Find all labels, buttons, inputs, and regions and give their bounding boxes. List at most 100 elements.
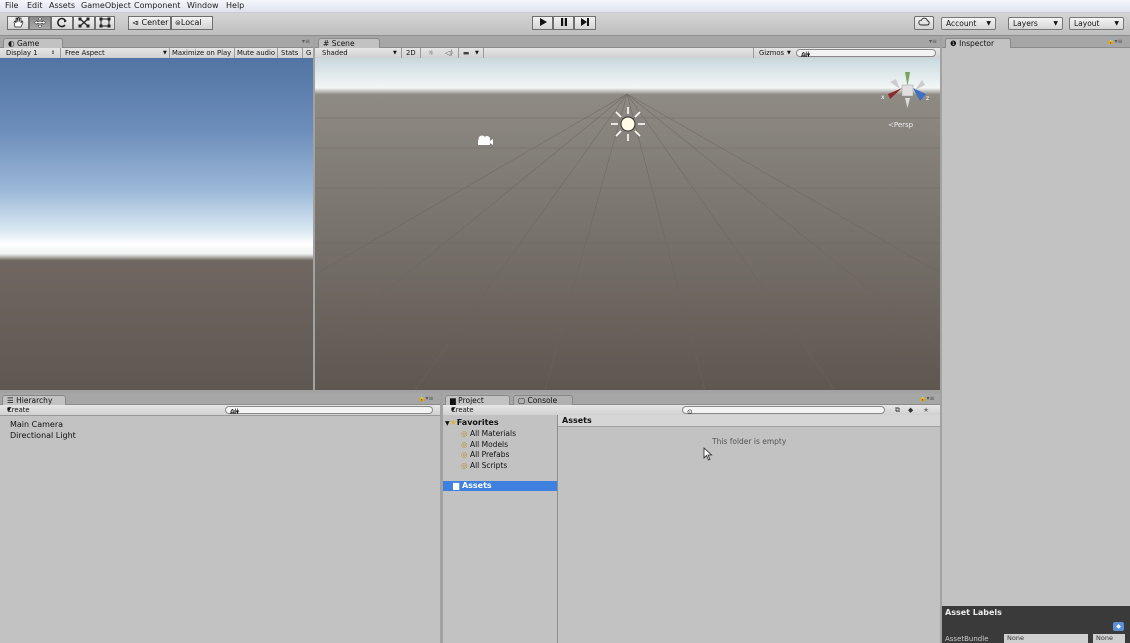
move-tool-button[interactable] [29,16,51,30]
menu-gameobject[interactable]: GameObject [81,1,131,10]
pivot-center-toggle[interactable]: ⧏ Center [128,16,171,30]
menu-assets[interactable]: Assets [49,1,75,10]
cloud-icon [918,17,930,26]
favorites-star-icon[interactable]: ★ [923,405,929,415]
layers-dropdown[interactable]: Layers ▼ [1008,17,1063,30]
search-by-type-icon[interactable]: ⧉ [895,405,900,415]
favorite-label: All Prefabs [469,450,510,459]
create-caret-icon: ▼ [7,407,11,413]
favorite-all-models[interactable]: ◎ All Models [461,440,508,449]
scene-audio-icon[interactable]: ◁) [445,48,453,58]
menu-help[interactable]: Help [226,1,244,10]
game-gizmos-toggle[interactable]: G [306,48,311,58]
mode-2d-toggle[interactable]: 2D [406,48,416,58]
scale-tool-button[interactable] [73,16,95,30]
hierarchy-tabstrip: ☰ Hierarchy 🔒▾≡ [0,393,440,405]
hand-tool-button[interactable] [7,16,29,30]
game-tab-label: Game [16,39,40,48]
mute-audio-toggle[interactable]: Mute audio [237,48,275,58]
project-tab-label: Project [458,396,484,405]
menu-window[interactable]: Window [187,1,219,10]
pause-button[interactable] [553,16,574,30]
tab-game[interactable]: ◐ Game [3,38,63,48]
project-folder-icon: ▆ [450,396,456,405]
aspect-caret-icon: ▼ [163,50,167,56]
scene-search-input[interactable]: ⊙▾ All [796,49,936,59]
cloud-button[interactable] [914,16,934,30]
tab-inspector[interactable]: ❶ Inspector [945,38,1011,48]
assetbundle-label: AssetBundle [945,635,989,643]
display-caret-icon: ⇕ [51,50,56,56]
assets-folder-item[interactable]: ▆ Assets [443,481,557,491]
project-content: Assets This folder is empty [558,415,940,643]
hierarchy-lock-icon[interactable]: 🔒▾≡ [418,395,434,402]
project-lock-icon[interactable]: 🔒▾≡ [919,395,935,402]
hierarchy-search-input[interactable]: ⊙▾ All [225,406,433,416]
stats-toggle[interactable]: Stats [281,48,298,58]
rect-tool-button[interactable] [95,16,115,30]
directional-light-icon[interactable] [610,106,646,142]
pause-icon [560,18,567,26]
asset-labels-title: Asset Labels [945,608,1002,617]
favorite-all-prefabs[interactable]: ◎ All Prefabs [461,450,509,459]
info-icon: ❶ [950,39,957,48]
layout-caret-icon: ▼ [1114,20,1119,27]
scene-effects-icon[interactable]: ▬ [463,48,469,58]
favorites-folder[interactable]: ▼★Favorites [445,418,499,427]
tab-hierarchy[interactable]: ☰ Hierarchy [2,395,66,405]
inspector-panel: ❶ Inspector 🔒▾≡ Asset Labels ◆ AssetBund… [942,36,1130,643]
pivot-local-toggle[interactable]: ⊜Local [171,16,213,30]
hierarchy-item-directional-light[interactable]: Directional Light [10,431,76,440]
project-breadcrumb[interactable]: Assets [558,415,940,427]
layers-caret-icon: ▼ [1053,20,1058,27]
search-filter-icon: ◎ [461,450,468,459]
game-panel-menu-icon[interactable]: ▾≡ [302,38,310,45]
separator [483,48,484,58]
axis-x-label: x [881,94,885,101]
search-by-label-icon[interactable]: ◆ [908,405,913,415]
search-filter-icon: ◎ [461,429,468,438]
assetbundle-variant-dropdown[interactable]: None [1093,634,1125,643]
menu-file[interactable]: File [5,1,18,10]
menu-component[interactable]: Component [134,1,180,10]
display-dropdown[interactable]: Display 1 [6,48,38,58]
inspector-lock-icon[interactable]: 🔒▾≡ [1107,38,1123,45]
favorite-all-scripts[interactable]: ◎ All Scripts [461,461,507,470]
orientation-gizmo-icon[interactable]: x z [880,68,932,112]
menu-edit[interactable]: Edit [27,1,43,10]
assetbundle-dropdown[interactable]: None [1004,634,1088,643]
separator [420,48,421,58]
account-dropdown[interactable]: Account ▼ [941,17,996,30]
tab-scene[interactable]: # Scene [318,38,380,48]
main-toolbar: ⧏ Center ⊜Local Account ▼ Layers ▼ Layout ▼ [0,13,1130,36]
maximize-on-play-toggle[interactable]: Maximize on Play [172,48,231,58]
game-viewport[interactable] [0,58,313,390]
aspect-dropdown[interactable]: Free Aspect [65,48,105,58]
scene-viewport[interactable]: x z ≺Persp [315,58,940,390]
scene-lighting-icon[interactable]: ☼ [428,48,434,58]
rotate-icon [57,17,67,28]
scene-tab-label: Scene [331,39,355,48]
rotate-tool-button[interactable] [51,16,73,30]
separator [169,48,170,58]
tab-console[interactable]: ▢ Console [513,395,573,405]
separator [277,48,278,58]
step-button[interactable] [574,16,596,30]
layout-dropdown[interactable]: Layout ▼ [1069,17,1124,30]
play-button[interactable] [532,16,553,30]
projection-toggle[interactable]: ≺Persp [888,121,913,129]
folder-icon: ▆ [453,481,460,490]
search-filter-icon: ◎ [461,461,468,470]
asset-label-tag-icon[interactable]: ◆ [1113,622,1124,631]
shading-dropdown[interactable]: Shaded [322,48,348,58]
hierarchy-item-main-camera[interactable]: Main Camera [10,420,63,429]
project-search-input[interactable]: ⊙ [682,406,885,416]
scene-gizmos-dropdown[interactable]: Gizmos [759,48,784,58]
effects-caret-icon: ▼ [475,50,479,56]
favorite-label: All Materials [469,429,516,438]
camera-gizmo-icon[interactable] [475,134,493,148]
project-tree: ▼★Favorites ◎ All Materials ◎ All Models… [443,415,558,643]
scene-panel-menu-icon[interactable]: ▾≡ [929,38,937,45]
favorite-all-materials[interactable]: ◎ All Materials [461,429,516,438]
tab-project[interactable]: ▆ Project [445,395,510,405]
